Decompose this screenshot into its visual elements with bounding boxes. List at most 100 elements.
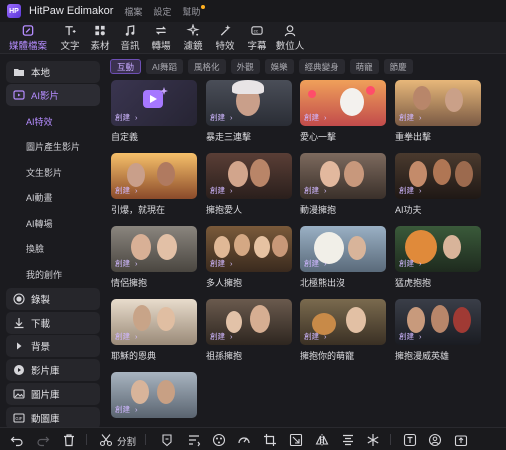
effect-card[interactable]: 創建 › 情侶擁抱 (111, 226, 197, 289)
effect-card[interactable]: 創建 › 引爆，就現在 (111, 153, 197, 216)
filter-chip-holidays[interactable]: 節慶 (383, 59, 413, 74)
effect-card[interactable]: 創建 › 多人擁抱 (206, 226, 292, 289)
undo-button[interactable] (10, 433, 24, 447)
filter-chip-stylize[interactable]: 風格化 (188, 59, 226, 74)
app-logo-icon: HP (7, 4, 21, 18)
filter-chip-entertainment[interactable]: 娛樂 (264, 59, 294, 74)
effect-thumbnail: 創建 › (300, 226, 386, 272)
sidebar-item-background[interactable]: 背景 (6, 335, 100, 357)
menu-file[interactable]: 檔案 (124, 5, 142, 18)
tab-effects[interactable]: 特效 (207, 24, 243, 52)
filter-chip-pets[interactable]: 萌寵 (349, 59, 379, 74)
sidebar-item-video-library[interactable]: 影片庫 (6, 359, 100, 381)
effect-thumbnail: 創建 › (111, 226, 197, 272)
sidebar-sub-image-to-video[interactable]: 圖片產生影片 (26, 140, 80, 153)
snowflake-icon (367, 434, 379, 446)
freeze-button[interactable] (366, 433, 380, 447)
effect-card[interactable]: 創建 › (111, 372, 197, 418)
effect-card[interactable]: 創建 › 北極熊出沒 (300, 226, 386, 289)
sidebar-item-label: 本地 (31, 68, 51, 79)
effect-caption: 北極熊出沒 (300, 278, 346, 288)
sidebar-item-gif-library[interactable]: GIF 動圖庫 (6, 407, 100, 429)
filter-chip-classic-transform[interactable]: 經典變身 (298, 59, 345, 74)
scissors-icon (99, 434, 113, 447)
tab-filters[interactable]: 濾鏡 (175, 24, 211, 52)
resize-icon (289, 433, 303, 447)
mirror-button[interactable] (315, 433, 329, 447)
tab-effects-label: 特效 (215, 41, 235, 52)
sidebar-item-download[interactable]: 下載 (6, 312, 100, 334)
filter-chip-appearance[interactable]: 外觀 (230, 59, 260, 74)
effect-caption: 暴走三連擊 (206, 132, 252, 142)
effect-thumbnail: 創建 › (111, 153, 197, 199)
effect-card[interactable]: 創建 › 擁抱漫威英雄 (395, 299, 481, 362)
tab-transitions[interactable]: 轉場 (143, 24, 179, 52)
filter-chip-interaction[interactable]: 互動 (110, 59, 142, 74)
sidebar-sub-ai-animation[interactable]: AI動畫 (26, 191, 53, 204)
sidebar-item-label: 圖片庫 (31, 390, 60, 401)
create-badge: 創建 › (115, 332, 138, 341)
sidebar-item-record[interactable]: 錄製 (6, 288, 100, 310)
effect-card[interactable]: 創建 › 愛心一擊 (300, 80, 386, 143)
effect-card[interactable]: 創建 › 暴走三連擊 (206, 80, 292, 143)
sidebar-sub-ai-transition[interactable]: AI轉場 (26, 217, 53, 230)
effect-thumbnail: 創建 › (206, 153, 292, 199)
sidebar-sub-face-swap[interactable]: 換臉 (26, 242, 44, 255)
sticker-icon (95, 25, 105, 36)
speedometer-icon (238, 437, 250, 444)
create-badge: 創建 › (115, 259, 138, 268)
create-badge: 創建 › (304, 259, 327, 268)
effect-caption: 引爆，就現在 (111, 205, 166, 215)
face-button[interactable] (428, 433, 442, 447)
crop-button[interactable] (263, 433, 277, 447)
speed-button[interactable] (187, 433, 201, 447)
speedometer-button[interactable] (237, 433, 251, 447)
menu-settings[interactable]: 設定 (153, 5, 171, 18)
crop-icon (264, 434, 276, 446)
effect-thumbnail: 創建 › (395, 226, 481, 272)
effect-caption: 愛心一擊 (300, 132, 337, 142)
add-video-icon (143, 87, 168, 108)
redo-button[interactable] (36, 433, 50, 447)
media-icon (22, 25, 34, 36)
record-icon (13, 293, 25, 305)
effect-card[interactable]: 創建 › 猛虎抱抱 (395, 226, 481, 289)
align-button[interactable] (341, 433, 355, 447)
tab-digital-human[interactable]: 數位人 (270, 24, 310, 52)
gif-library-icon: GIF (13, 413, 25, 423)
sidebar-sub-my-creations[interactable]: 我的創作 (26, 268, 62, 281)
text-template-button[interactable] (403, 433, 417, 447)
effect-card[interactable]: 創建 › 擁抱愛人 (206, 153, 292, 216)
effect-card[interactable]: 創建 › 祖孫擁抱 (206, 299, 292, 362)
color-button[interactable] (212, 433, 226, 447)
download-icon (14, 318, 24, 329)
sidebar-sub-ai-effects[interactable]: AI特效 (26, 115, 53, 128)
sidebar-item-image-library[interactable]: 圖片庫 (6, 383, 100, 405)
sidebar-item-local[interactable]: 本地 (6, 61, 100, 83)
transform-button[interactable] (289, 433, 303, 447)
main-toolbar: 媒體檔案 文字 素材 音訊 轉場 濾鏡 特效 cc 字幕 數位人 (0, 22, 506, 54)
effect-thumbnail: 創建 › (206, 80, 292, 126)
filter-chip-ai-dance[interactable]: AI舞蹈 (146, 59, 184, 74)
effect-card[interactable]: 創建 › 耶穌的恩典 (111, 299, 197, 362)
tab-transitions-label: 轉場 (151, 41, 171, 52)
effect-caption: 擁抱漫威英雄 (395, 351, 450, 361)
sidebar-item-ai-video[interactable]: AI影片 (6, 84, 100, 106)
export-frame-button[interactable] (454, 433, 468, 447)
filter-chips: 互動 AI舞蹈 風格化 外觀 娛樂 經典變身 萌寵 節慶 (110, 59, 418, 75)
tab-digital-human-label: 數位人 (275, 41, 305, 52)
effect-card[interactable]: 創建 › 重拳出擊 (395, 80, 481, 143)
palette-icon (212, 433, 226, 447)
effect-card[interactable]: 創建 › 自定義 (111, 80, 197, 143)
sidebar-sub-text-to-video[interactable]: 文生影片 (26, 166, 62, 179)
effect-thumbnail: 創建 › (395, 299, 481, 345)
menu-help[interactable]: 幫助 (182, 4, 206, 18)
crop-text-button[interactable] (160, 433, 174, 447)
avatar-icon (284, 25, 296, 37)
delete-button[interactable] (62, 433, 76, 447)
effect-card[interactable]: 創建 › 動漫擁抱 (300, 153, 386, 216)
effect-card[interactable]: 創建 › AI功夫 (395, 153, 481, 216)
split-button[interactable] (99, 433, 113, 447)
effect-card[interactable]: 創建 › 擁抱你的萌寵 (300, 299, 386, 362)
tab-media[interactable]: 媒體檔案 (6, 24, 50, 52)
